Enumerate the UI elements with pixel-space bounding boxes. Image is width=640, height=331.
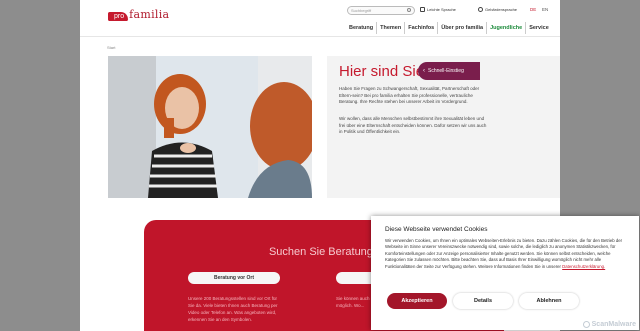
watermark-label: ScanMalware (591, 321, 636, 328)
chevron-left-icon: ‹ (423, 68, 425, 74)
logo-pro: pro (108, 12, 129, 21)
cookie-text: Wir verwenden Cookies, um Ihnen ein opti… (385, 238, 629, 270)
leichte-sprache-link[interactable]: Leichte Sprache (420, 7, 456, 12)
pro-familia-logo[interactable]: pro familia (108, 8, 169, 21)
nav-divider-line (80, 36, 560, 37)
hero-paragraph-2: Wir wollen, dass alle Menschen selbstbes… (339, 116, 487, 134)
gebaerdensprache-link[interactable]: Gebärdensprache (478, 7, 517, 12)
lang-de[interactable]: DE (530, 7, 536, 12)
beratung-vor-ort-button[interactable]: Beratung vor Ort (188, 272, 280, 284)
schnell-einstieg-label: Schnell-Einstieg (428, 68, 464, 74)
nav-jugendliche[interactable]: Jugendliche (487, 22, 525, 34)
reject-cookies-button[interactable]: Ablehnen (519, 293, 579, 309)
cookie-details-button[interactable]: Details (453, 293, 513, 309)
lang-en[interactable]: EN (542, 7, 548, 12)
left-backdrop (0, 0, 80, 331)
datenschutz-link[interactable]: Datenschutzerklärung. (562, 264, 605, 269)
nav-service[interactable]: Service (526, 22, 552, 34)
search-input[interactable]: Suchbegriff (347, 6, 415, 15)
hero-paragraph-1: Haben Sie Fragen zu Schwangerschaft, Sex… (339, 86, 480, 104)
hero-photo (108, 56, 312, 198)
hand-icon (478, 7, 483, 12)
cookie-title: Diese Webseite verwendet Cookies (385, 226, 488, 233)
beratung-vor-ort-text: Unsere 200 Beratungsstellen sind vor Ort… (188, 296, 278, 322)
cookie-buttons: Akzeptieren Details Ablehnen (387, 293, 579, 309)
schnell-einstieg-tab[interactable]: ‹ Schnell-Einstieg (418, 62, 480, 80)
book-icon (420, 7, 425, 12)
search-icon[interactable] (407, 8, 411, 12)
search-placeholder: Suchbegriff (351, 8, 372, 13)
nav-ueber-pro-familia[interactable]: Über pro familia (438, 22, 486, 34)
nav-fachinfos[interactable]: Fachinfos (405, 22, 437, 34)
shield-icon (582, 321, 590, 328)
main-nav: Beratung Themen Fachinfos Über pro famil… (346, 22, 552, 34)
nav-themen[interactable]: Themen (377, 22, 404, 34)
nav-beratung[interactable]: Beratung (346, 22, 376, 34)
breadcrumb[interactable]: Start (107, 45, 115, 50)
leichte-sprache-label: Leichte Sprache (427, 7, 456, 12)
accept-cookies-button[interactable]: Akzeptieren (387, 293, 447, 309)
logo-familia: familia (129, 8, 170, 21)
scanmalware-watermark: ScanMalware (582, 321, 636, 328)
gebaerdensprache-label: Gebärdensprache (485, 7, 518, 12)
cookie-banner: Diese Webseite verwendet Cookies Wir ver… (371, 216, 639, 330)
